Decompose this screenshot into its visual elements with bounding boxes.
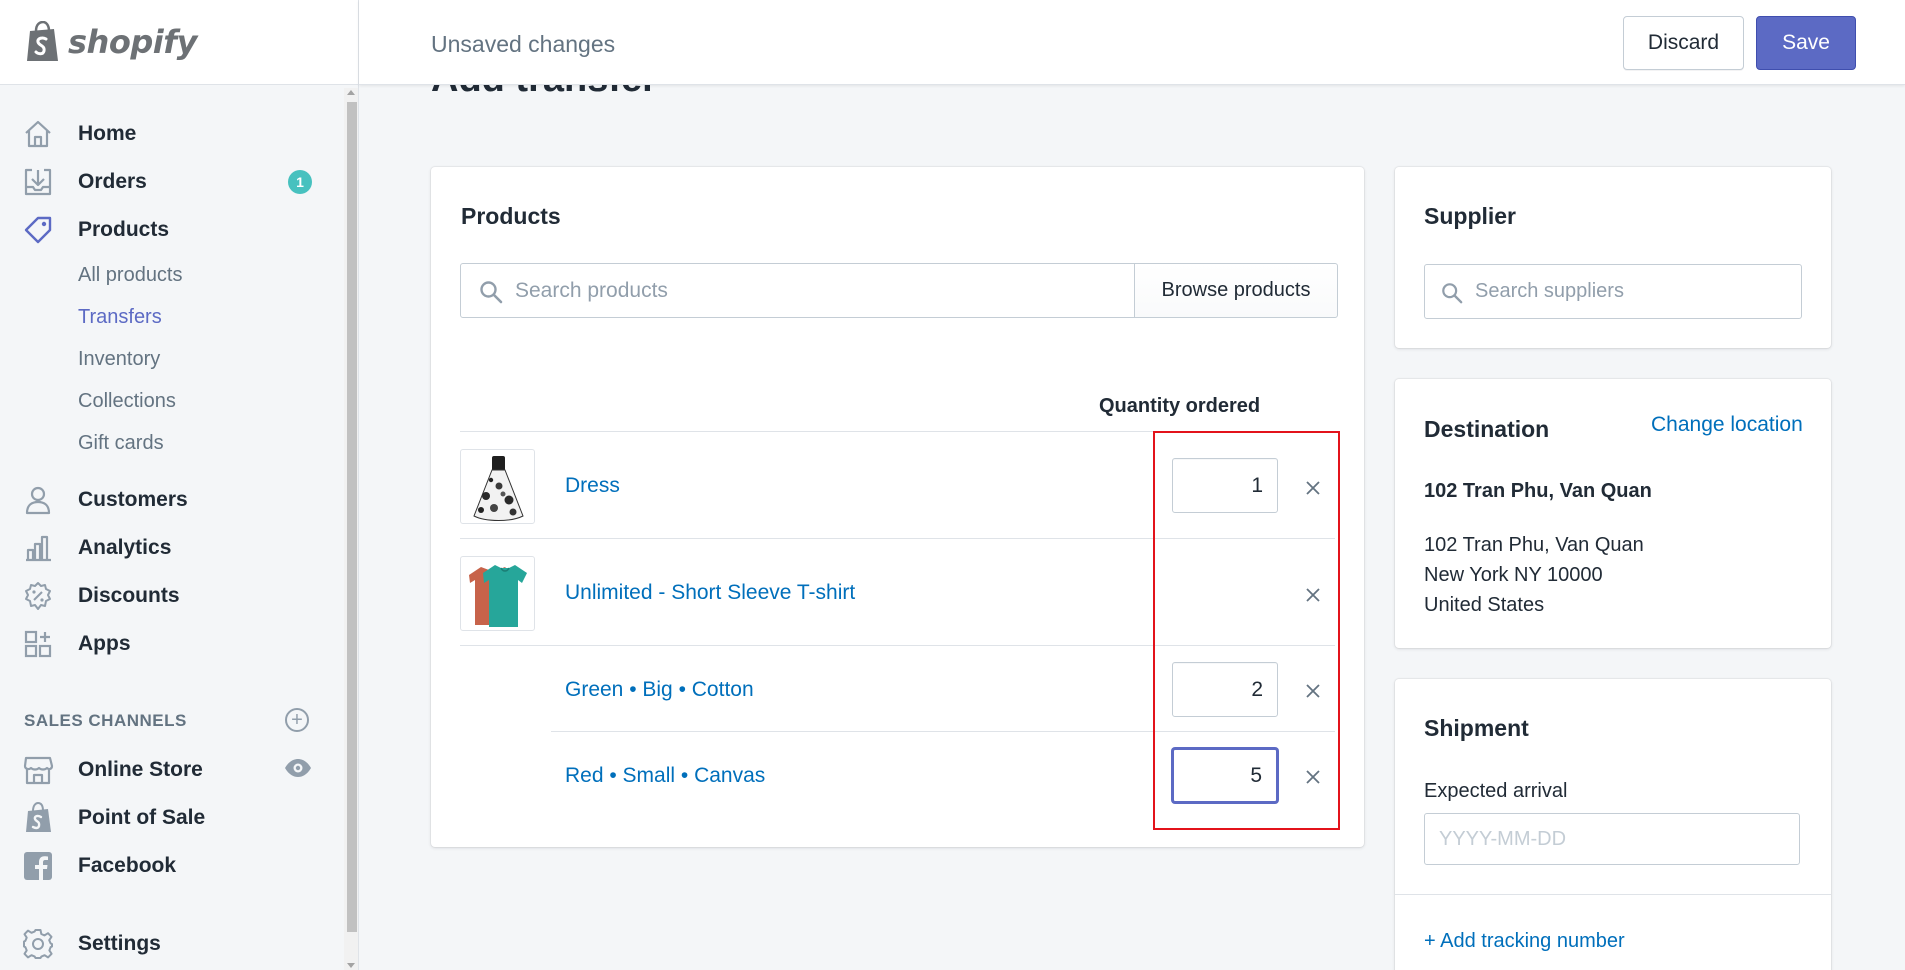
sidebar-item-inventory[interactable]: Inventory	[78, 348, 160, 371]
product-name-link[interactable]: Dress	[565, 474, 620, 498]
add-sales-channel-icon[interactable]: +	[285, 708, 309, 732]
sidebar-scrollbar[interactable]	[344, 88, 358, 970]
supplier-search-field[interactable]	[1424, 264, 1802, 319]
nav-customers[interactable]: Customers	[0, 480, 340, 520]
change-location-link[interactable]: Change location	[1651, 413, 1803, 437]
remove-icon[interactable]	[1301, 679, 1325, 703]
quantity-stepper[interactable]	[1172, 662, 1278, 717]
remove-icon[interactable]	[1301, 583, 1325, 607]
save-button[interactable]: Save	[1756, 16, 1856, 70]
dress-thumbnail	[460, 449, 535, 524]
browse-products-button[interactable]: Browse products	[1134, 263, 1338, 318]
nav-settings-label: Settings	[78, 932, 161, 955]
variant-link[interactable]: Green • Big • Cotton	[565, 678, 754, 702]
contextual-save-bar: Unsaved changes Discard Save	[359, 0, 1905, 85]
nav-analytics[interactable]: Analytics	[0, 528, 340, 568]
nav-apps[interactable]: Apps	[0, 624, 340, 664]
destination-card-title: Destination	[1424, 416, 1550, 442]
product-search-field[interactable]	[460, 263, 1135, 318]
sidebar-item-transfers[interactable]: Transfers	[78, 306, 162, 329]
shipment-card-title: Shipment	[1424, 715, 1529, 741]
product-name-link[interactable]: Unlimited - Short Sleeve T-shirt	[565, 581, 855, 605]
nav-products[interactable]: Products	[0, 210, 340, 250]
unsaved-changes-title: Unsaved changes	[431, 31, 616, 57]
facebook-icon	[22, 850, 54, 882]
products-card-title: Products	[461, 203, 561, 229]
sidebar-item-all-products[interactable]: All products	[78, 264, 183, 287]
nav-discounts-label: Discounts	[78, 584, 180, 607]
quantity-stepper[interactable]	[1172, 748, 1278, 803]
nav-point-of-sale-label: Point of Sale	[78, 806, 206, 829]
shipment-card: Shipment Expected arrival + Add tracking…	[1395, 679, 1831, 970]
sidebar-item-collections[interactable]: Collections	[78, 390, 176, 413]
eye-icon[interactable]	[284, 758, 312, 778]
address-line: 102 Tran Phu, Van Quan	[1424, 534, 1644, 556]
address-line: United States	[1424, 594, 1545, 616]
analytics-icon	[22, 532, 54, 564]
discard-button[interactable]: Discard	[1623, 16, 1744, 70]
remove-icon[interactable]	[1301, 476, 1325, 500]
tag-icon	[22, 214, 54, 246]
destination-name: 102 Tran Phu, Van Quan	[1424, 480, 1652, 502]
remove-icon[interactable]	[1301, 765, 1325, 789]
quantity-stepper[interactable]	[1172, 458, 1278, 513]
orders-count-badge: 1	[288, 170, 312, 194]
nav-orders-label: Orders	[78, 170, 147, 193]
address-line: New York NY 10000	[1424, 564, 1603, 586]
nav-facebook-label: Facebook	[78, 854, 177, 877]
add-tracking-number-link[interactable]: + Add tracking number	[1424, 930, 1625, 953]
products-card: Products Browse products Quantity ordere…	[431, 167, 1364, 847]
scroll-down-icon[interactable]	[347, 963, 355, 968]
nav-orders[interactable]: Orders 1	[0, 162, 340, 202]
row-divider	[551, 731, 1335, 732]
customer-icon	[22, 484, 54, 516]
expected-arrival-label: Expected arrival	[1424, 780, 1568, 802]
shopify-logo[interactable]: shopify	[0, 0, 358, 85]
row-divider	[460, 538, 1335, 539]
search-icon	[480, 281, 503, 304]
supplier-search-input[interactable]	[1475, 265, 1785, 318]
main-scrollbar[interactable]	[1888, 85, 1905, 970]
supplier-card-title: Supplier	[1424, 203, 1517, 229]
sales-channels-heading: SALES CHANNELS	[24, 711, 187, 730]
nav-discounts[interactable]: Discounts	[0, 576, 340, 616]
nav-point-of-sale[interactable]: Point of Sale	[0, 798, 340, 838]
nav-home-label: Home	[78, 122, 137, 145]
scroll-up-icon[interactable]	[347, 90, 355, 95]
nav-apps-label: Apps	[78, 632, 131, 655]
nav-customers-label: Customers	[78, 488, 188, 511]
nav-online-store-label: Online Store	[78, 758, 203, 781]
scroll-thumb[interactable]	[347, 102, 357, 932]
destination-card: Destination Change location 102 Tran Phu…	[1395, 379, 1831, 648]
brand-name: shopify	[68, 23, 197, 61]
nav-products-label: Products	[78, 218, 170, 241]
orders-icon	[22, 166, 54, 198]
sidebar-item-gift-cards[interactable]: Gift cards	[78, 432, 164, 455]
card-divider	[1395, 894, 1831, 895]
nav-settings[interactable]: Settings	[0, 924, 340, 964]
home-icon	[22, 118, 54, 150]
tshirt-thumbnail	[460, 556, 535, 631]
apps-icon	[22, 628, 54, 660]
store-icon	[22, 754, 54, 786]
gear-icon	[22, 928, 54, 960]
search-icon	[1442, 283, 1463, 304]
pos-icon	[22, 802, 54, 834]
supplier-card: Supplier	[1395, 167, 1831, 348]
expected-arrival-input[interactable]	[1424, 813, 1800, 865]
product-search-input[interactable]	[515, 264, 1115, 317]
shopify-bag-icon	[27, 21, 58, 61]
nav-facebook[interactable]: Facebook	[0, 846, 340, 886]
sidebar: shopify Home Orders 1 Products All produ…	[0, 0, 359, 970]
nav-home[interactable]: Home	[0, 114, 340, 154]
variant-link[interactable]: Red • Small • Canvas	[565, 764, 765, 788]
row-divider	[460, 431, 1335, 432]
discount-icon	[22, 580, 54, 612]
nav-analytics-label: Analytics	[78, 536, 172, 559]
row-divider	[460, 645, 1335, 646]
quantity-ordered-header: Quantity ordered	[1099, 395, 1261, 417]
